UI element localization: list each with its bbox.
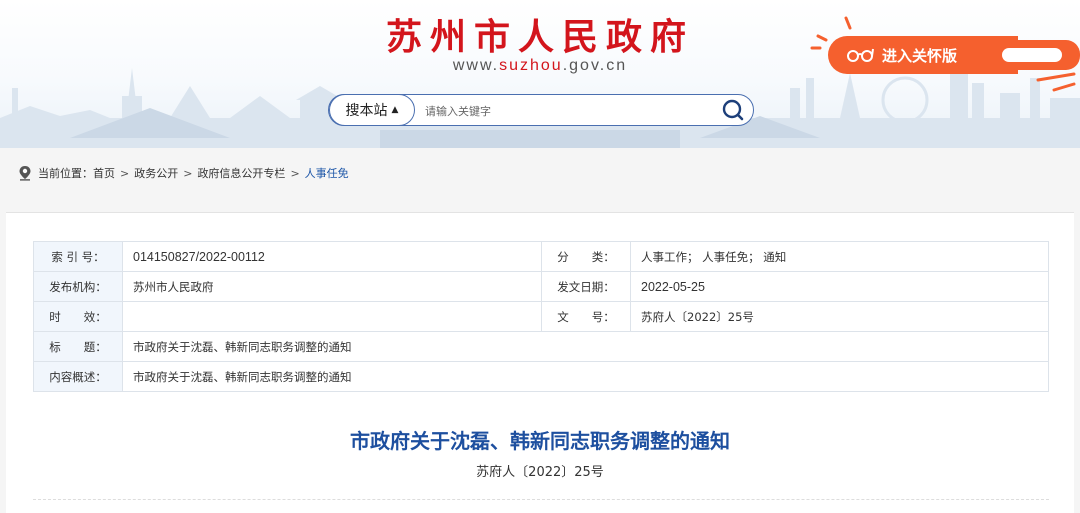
docno-label: 文 号： xyxy=(541,301,631,332)
breadcrumb-gov-affairs[interactable]: 政务公开 xyxy=(134,165,178,181)
caret-up-icon: ▲ xyxy=(391,105,399,115)
breadcrumb-personnel[interactable]: 人事任免 xyxy=(305,165,349,181)
search-button[interactable] xyxy=(721,98,745,122)
docno-value: 苏府人〔2022〕25号 xyxy=(630,301,1049,332)
table-row: 时 效： 文 号： 苏府人〔2022〕25号 xyxy=(33,301,1049,332)
breadcrumb-separator: > xyxy=(183,166,193,180)
summary-value: 市政府关于沈磊、韩新同志职务调整的通知 xyxy=(122,361,1049,392)
care-tail-stripe xyxy=(1002,48,1062,62)
table-row: 索 引 号： 014150827/2022-00112 分 类： 人事工作； 人… xyxy=(33,241,1049,272)
site-url-brand: suzhou xyxy=(499,57,563,74)
summary-label: 内容概述： xyxy=(33,361,123,392)
validity-value xyxy=(122,301,542,332)
location-pin-icon xyxy=(18,165,32,181)
breadcrumb-info-disclosure[interactable]: 政府信息公开专栏 xyxy=(197,165,285,181)
category-label: 分 类： xyxy=(541,241,631,272)
title-value: 市政府关于沈磊、韩新同志职务调整的通知 xyxy=(122,331,1049,362)
table-row: 发布机构： 苏州市人民政府 发文日期： 2022-05-25 xyxy=(33,271,1049,302)
search-icon xyxy=(722,99,744,121)
search-scope-label: 搜本站 xyxy=(345,103,388,119)
index-label: 索 引 号： xyxy=(33,241,123,272)
site-header: 苏州市人民政府 www.suzhou.gov.cn 进入关怀版 搜本站 ▲ 请输… xyxy=(0,0,1080,148)
publisher-value: 苏州市人民政府 xyxy=(122,271,542,302)
breadcrumb-separator: > xyxy=(120,166,130,180)
site-url-prefix: www. xyxy=(452,57,500,74)
breadcrumb-prefix: 当前位置： xyxy=(38,167,93,180)
table-row: 内容概述： 市政府关于沈磊、韩新同志职务调整的通知 xyxy=(33,361,1049,392)
search-bar: 搜本站 ▲ xyxy=(328,94,754,126)
search-scope-dropdown[interactable]: 搜本站 ▲ xyxy=(329,94,415,126)
document-number: 苏府人〔2022〕25号 xyxy=(476,465,604,480)
site-url-suffix: .gov.cn xyxy=(562,57,628,74)
document-meta-table: 索 引 号： 014150827/2022-00112 分 类： 人事工作； 人… xyxy=(33,241,1049,392)
divider xyxy=(33,499,1049,500)
care-decoration-lines xyxy=(1036,72,1076,92)
validity-label: 时 效： xyxy=(33,301,123,332)
care-mode-button[interactable]: 进入关怀版 xyxy=(828,36,1018,74)
date-value: 2022-05-25 xyxy=(630,271,1049,302)
table-row: 标 题： 市政府关于沈磊、韩新同志职务调整的通知 xyxy=(33,331,1049,362)
index-value: 014150827/2022-00112 xyxy=(122,241,542,272)
category-value: 人事工作； 人事任免； 通知 xyxy=(630,241,1049,272)
date-label: 发文日期： xyxy=(541,271,631,302)
document-title: 市政府关于沈磊、韩新同志职务调整的通知 xyxy=(350,429,730,453)
care-mode-label: 进入关怀版 xyxy=(882,47,958,65)
glasses-icon xyxy=(846,47,874,63)
publisher-label: 发布机构： xyxy=(33,271,123,302)
search-input[interactable] xyxy=(423,100,707,122)
title-label: 标 题： xyxy=(33,331,123,362)
breadcrumb-separator: > xyxy=(290,166,300,180)
breadcrumb: 当前位置： 首页 > 政务公开 > 政府信息公开专栏 > 人事任免 xyxy=(18,160,349,186)
breadcrumb-home[interactable]: 首页 xyxy=(93,165,115,181)
content-panel: 索 引 号： 014150827/2022-00112 分 类： 人事工作； 人… xyxy=(6,212,1074,513)
care-mode-area: 进入关怀版 xyxy=(806,14,1080,94)
